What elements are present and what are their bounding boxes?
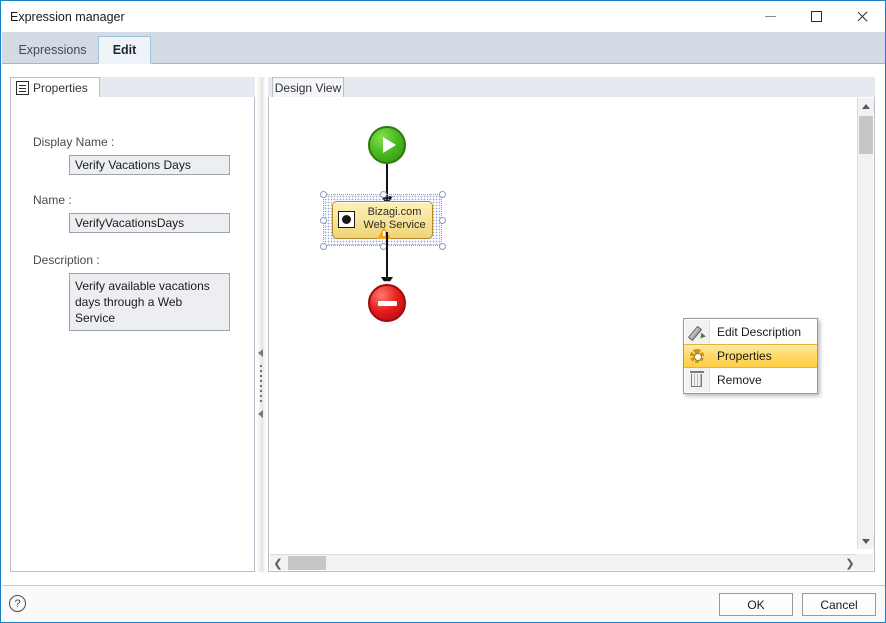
diagram-canvas[interactable]: Bizagi.com Web Service Edit Description … — [270, 98, 858, 549]
menu-item-properties[interactable]: Properties — [684, 344, 817, 368]
scroll-right-arrow-icon: ❯ — [845, 557, 855, 570]
resize-handle-w[interactable] — [320, 217, 327, 224]
tab-expressions-label: Expressions — [18, 43, 87, 57]
display-name-label: Display Name : — [33, 135, 115, 149]
task-label-line1: Bizagi.com — [367, 206, 422, 218]
tab-edit-label: Edit — [112, 43, 137, 57]
play-icon — [382, 137, 396, 153]
window-title: Expression manager — [10, 9, 125, 24]
dialog-footer: ? OK Cancel — [2, 585, 885, 622]
stop-icon — [377, 300, 397, 306]
properties-panel: Properties Display Name : Name : Descrip… — [10, 77, 255, 572]
title-bar: Expression manager — [1, 1, 885, 32]
tab-expressions[interactable]: Expressions — [8, 36, 97, 64]
horizontal-scrollbar[interactable]: ❮ ❯ — [270, 554, 858, 570]
end-event-node[interactable] — [368, 284, 406, 322]
start-event-node[interactable] — [368, 126, 406, 164]
window-controls — [747, 1, 885, 32]
web-service-task-node[interactable]: Bizagi.com Web Service — [332, 201, 433, 239]
panel-splitter[interactable] — [256, 77, 266, 572]
help-icon-glyph: ? — [14, 597, 21, 610]
help-icon[interactable]: ? — [9, 595, 26, 612]
resize-handle-n[interactable] — [380, 191, 387, 198]
grip-dots-icon — [260, 365, 262, 403]
design-view-tab-header: Design View — [268, 77, 875, 98]
scroll-up-button[interactable] — [858, 98, 874, 114]
cancel-button[interactable]: Cancel — [802, 593, 876, 616]
scroll-up-arrow-icon — [862, 103, 870, 109]
menu-item-edit-description[interactable]: Edit Description — [684, 320, 817, 344]
resize-handle-se[interactable] — [439, 243, 446, 250]
minimize-button[interactable] — [747, 1, 793, 32]
web-service-icon-inner — [342, 215, 351, 224]
resize-handle-ne[interactable] — [439, 191, 446, 198]
scroll-down-arrow-icon — [862, 538, 870, 544]
document-grid-icon — [16, 80, 29, 95]
gear-icon — [684, 349, 709, 363]
properties-tab-header: Properties — [10, 77, 255, 98]
close-button[interactable] — [839, 1, 885, 32]
warning-triangle-icon — [377, 227, 391, 239]
display-name-input[interactable] — [69, 155, 230, 175]
task-label-line2: Web Service — [363, 218, 426, 231]
main-tab-strip: Expressions Edit — [2, 32, 885, 64]
scroll-left-arrow-icon: ❮ — [273, 557, 283, 570]
vertical-scrollbar[interactable] — [857, 98, 874, 549]
dialog-body: Properties Display Name : Name : Descrip… — [2, 64, 885, 586]
tab-design-view-label: Design View — [274, 80, 342, 95]
resize-handle-e[interactable] — [439, 217, 446, 224]
expression-manager-window: Expression manager Expressions Edit Prop… — [0, 0, 886, 623]
web-service-task-label: Bizagi.com Web Service — [357, 206, 432, 231]
maximize-button[interactable] — [793, 1, 839, 32]
connector-task-to-end — [386, 232, 388, 280]
resize-handle-sw[interactable] — [320, 243, 327, 250]
scrollbar-corner — [857, 554, 873, 570]
pencil-icon — [684, 325, 709, 339]
tab-properties[interactable]: Properties — [10, 77, 100, 98]
menu-item-properties-label: Properties — [717, 349, 772, 363]
description-label: Description : — [33, 253, 100, 267]
context-menu[interactable]: Edit Description Properties Remove — [683, 318, 818, 394]
tab-design-view[interactable]: Design View — [272, 77, 344, 98]
menu-item-remove-label: Remove — [717, 373, 762, 387]
tab-edit[interactable]: Edit — [98, 36, 151, 64]
collapse-left-arrow-icon-bottom[interactable] — [258, 410, 263, 418]
design-view-frame: Bizagi.com Web Service Edit Description … — [268, 97, 875, 572]
menu-item-remove[interactable]: Remove — [684, 368, 817, 392]
scroll-left-button[interactable]: ❮ — [270, 555, 286, 571]
horizontal-scrollbar-thumb[interactable] — [288, 556, 326, 570]
design-panel: Design View Bizagi.com Web Service Edit … — [268, 77, 875, 572]
scroll-right-button[interactable]: ❯ — [842, 555, 858, 571]
minimize-icon — [764, 16, 776, 17]
resize-handle-nw[interactable] — [320, 191, 327, 198]
properties-content: Display Name : Name : Description : Veri… — [10, 97, 255, 572]
name-label: Name : — [33, 193, 72, 207]
web-service-icon — [338, 211, 355, 228]
ok-button[interactable]: OK — [719, 593, 793, 616]
scroll-down-button[interactable] — [858, 533, 874, 549]
trash-icon — [684, 370, 709, 387]
menu-item-edit-description-label: Edit Description — [717, 325, 802, 339]
description-input[interactable]: Verify available vacations days through … — [69, 273, 230, 331]
name-input[interactable] — [69, 213, 230, 233]
maximize-icon — [810, 11, 822, 22]
tab-properties-label: Properties — [33, 80, 88, 95]
close-icon — [856, 10, 869, 23]
collapse-left-arrow-icon[interactable] — [258, 349, 263, 357]
vertical-scrollbar-thumb[interactable] — [859, 116, 873, 154]
